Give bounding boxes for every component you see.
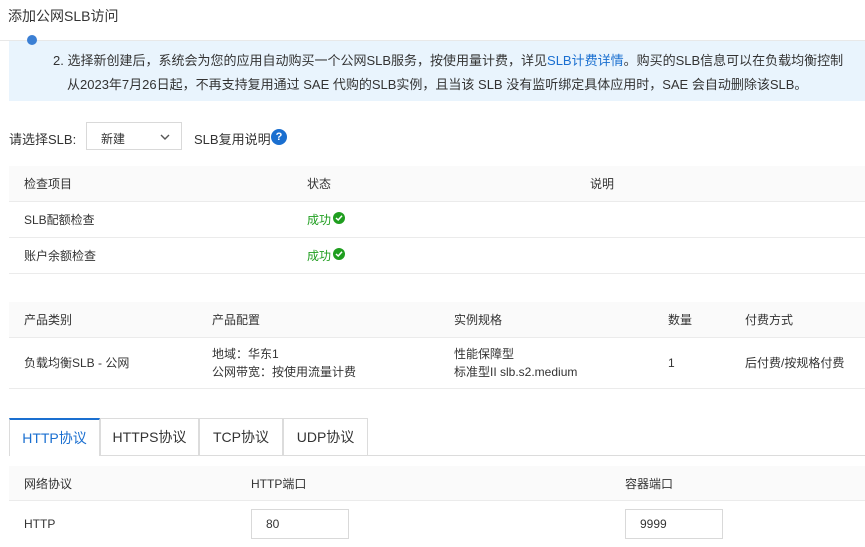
product-quantity: 1 (653, 338, 730, 389)
check-desc (575, 202, 865, 238)
table-row: SLB配额检查 成功 (9, 202, 865, 238)
product-spec-model: 标准型II slb.s2.medium (454, 363, 653, 381)
check-header-item: 检查项目 (9, 166, 292, 202)
slb-reuse-label: SLB复用说明 (194, 129, 271, 148)
container-port-cell (610, 501, 865, 547)
table-row: 账户余额检查 成功 (9, 238, 865, 274)
table-row: 负载均衡SLB - 公网 地域：华东1 公网带宽：按使用流量计费 性能保障型 标… (9, 338, 865, 389)
http-port-cell (236, 501, 610, 547)
http-port-input[interactable] (251, 509, 349, 539)
product-table-header: 产品类别 产品配置 实例规格 数量 付费方式 (9, 302, 865, 338)
product-config-bandwidth: 公网带宽：按使用流量计费 (212, 363, 439, 381)
tabs-baseline (9, 455, 865, 456)
check-table-header: 检查项目 状态 说明 (9, 166, 865, 202)
slb-select-dropdown[interactable]: 新建 (86, 122, 182, 150)
tab-udp[interactable]: UDP协议 (283, 418, 368, 455)
slb-billing-link[interactable]: SLB计费详情 (547, 53, 624, 68)
check-circle-icon (333, 212, 345, 224)
tab-https[interactable]: HTTPS协议 (100, 418, 199, 455)
protocol-header-container-port: 容器端口 (610, 466, 865, 501)
notice-banner: 2. 选择新创建后，系统会为您的应用自动购买一个公网SLB服务，按使用量计费，详… (9, 41, 865, 101)
check-item: 账户余额检查 (9, 238, 292, 274)
status-text: 成功 (307, 213, 331, 227)
product-header-category: 产品类别 (9, 302, 197, 338)
protocol-header-http-port: HTTP端口 (236, 466, 610, 501)
protocol-table: 网络协议 HTTP端口 容器端口 HTTP (9, 466, 865, 547)
product-header-config: 产品配置 (197, 302, 439, 338)
check-table: 检查项目 状态 说明 SLB配额检查 成功 账户余额检查 成功 (9, 166, 865, 274)
protocol-header-network: 网络协议 (9, 466, 236, 501)
product-table: 产品类别 产品配置 实例规格 数量 付费方式 负载均衡SLB - 公网 地域：华… (9, 302, 865, 389)
tab-tcp[interactable]: TCP协议 (199, 418, 283, 455)
protocol-table-header: 网络协议 HTTP端口 容器端口 (9, 466, 865, 501)
notice-line-1: 2. 选择新创建后，系统会为您的应用自动购买一个公网SLB服务，按使用量计费，详… (53, 50, 843, 69)
product-config-region: 地域：华东1 (212, 345, 439, 363)
status-text: 成功 (307, 249, 331, 263)
info-icon (27, 35, 37, 45)
slb-select-label: 请选择SLB: (9, 129, 76, 148)
product-config: 地域：华东1 公网带宽：按使用流量计费 (197, 338, 439, 389)
product-header-spec: 实例规格 (439, 302, 653, 338)
check-header-desc: 说明 (575, 166, 865, 202)
dialog-title: 添加公网SLB访问 (8, 6, 118, 26)
product-billing: 后付费/按规格付费 (730, 338, 865, 389)
check-status: 成功 (292, 238, 575, 274)
protocol-value: HTTP (9, 501, 236, 547)
product-category: 负载均衡SLB - 公网 (9, 338, 197, 389)
chevron-down-icon (159, 131, 171, 143)
check-item: SLB配额检查 (9, 202, 292, 238)
notice-line-1-suffix: 。购买的SLB信息可以在负载均衡控制 (624, 53, 844, 68)
product-spec: 性能保障型 标准型II slb.s2.medium (439, 338, 653, 389)
container-port-input[interactable] (625, 509, 723, 539)
check-circle-icon (333, 248, 345, 260)
check-status: 成功 (292, 202, 575, 238)
check-header-status: 状态 (292, 166, 575, 202)
slb-select-value: 新建 (101, 130, 125, 147)
notice-line-1-prefix: 2. 选择新创建后，系统会为您的应用自动购买一个公网SLB服务，按使用量计费，详… (53, 53, 547, 68)
help-icon[interactable]: ? (271, 129, 287, 145)
product-header-quantity: 数量 (653, 302, 730, 338)
check-desc (575, 238, 865, 274)
product-header-billing: 付费方式 (730, 302, 865, 338)
product-spec-type: 性能保障型 (454, 345, 653, 363)
protocol-tabs: HTTP协议 HTTPS协议 TCP协议 UDP协议 (9, 418, 865, 456)
notice-line-2: 从2023年7月26日起，不再支持复用通过 SAE 代购的SLB实例，且当该 S… (67, 74, 807, 93)
tab-http[interactable]: HTTP协议 (9, 418, 100, 456)
table-row: HTTP (9, 501, 865, 547)
